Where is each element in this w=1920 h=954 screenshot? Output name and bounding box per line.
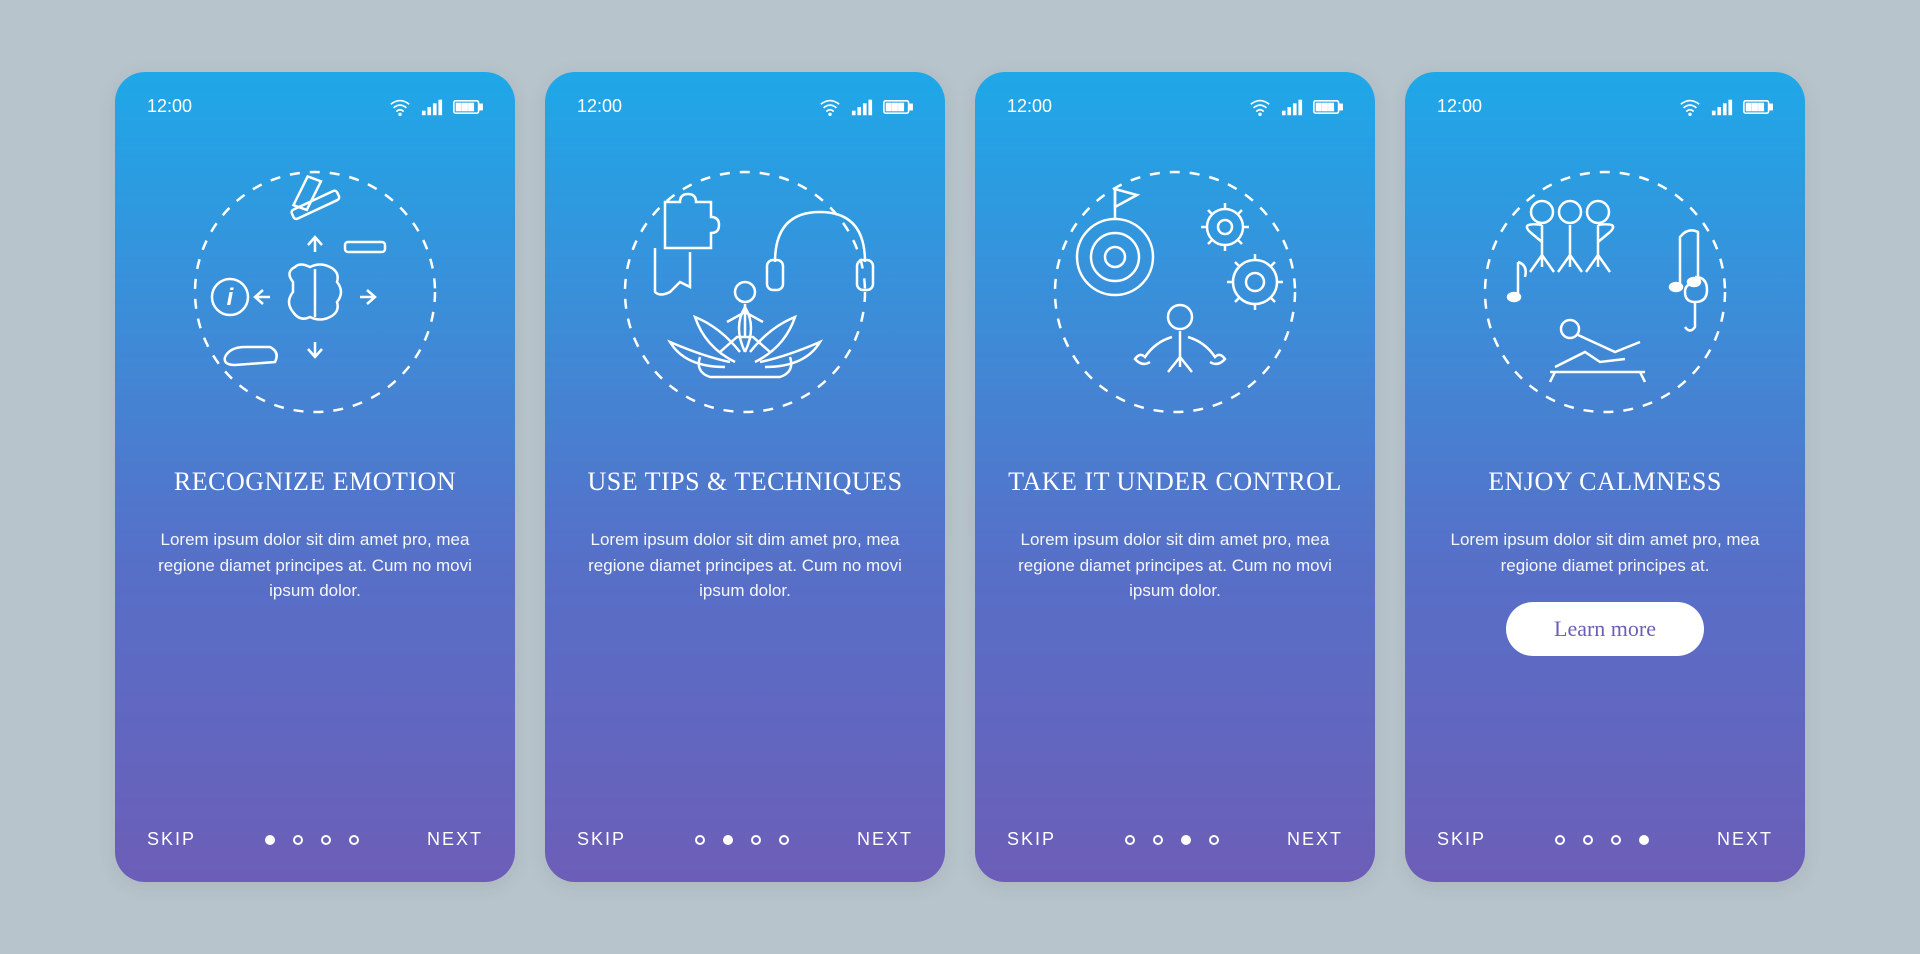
pager-dot[interactable] [293, 835, 303, 845]
pager-dots [695, 835, 789, 845]
wifi-icon [389, 98, 411, 116]
battery-icon [1743, 98, 1773, 116]
pager-dot[interactable] [349, 835, 359, 845]
gavel-icon [280, 168, 340, 220]
relax-icon [1550, 320, 1645, 382]
onboarding-nav: SKIP NEXT [1437, 809, 1773, 850]
onboarding-nav: SKIP NEXT [577, 809, 913, 850]
status-bar: 12:00 [577, 96, 913, 117]
battery-icon [1313, 98, 1343, 116]
learn-more-button[interactable]: Learn more [1506, 602, 1704, 656]
pager-dot[interactable] [695, 835, 705, 845]
info-icon: i [212, 279, 248, 315]
onboarding-illustration [1437, 147, 1773, 437]
pager-dot[interactable] [1153, 835, 1163, 845]
onboarding-description: Lorem ipsum dolor sit dim amet pro, mea … [155, 527, 475, 604]
onboarding-title: Enjoy calmness [1488, 467, 1722, 497]
next-button[interactable]: NEXT [1287, 829, 1343, 850]
music-note-icon [1508, 262, 1526, 301]
onboarding-illustration [1007, 147, 1343, 437]
status-icons [1249, 98, 1343, 116]
pager-dot[interactable] [1555, 835, 1565, 845]
status-bar: 12:00 [147, 96, 483, 117]
battery-icon [453, 98, 483, 116]
pager-dot[interactable] [1639, 835, 1649, 845]
onboarding-title: Take it under control [1008, 467, 1342, 497]
person-shrug-icon [1135, 305, 1225, 372]
music-notes-icon [1670, 230, 1700, 291]
next-button[interactable]: NEXT [427, 829, 483, 850]
onboarding-title: Recognize emotion [174, 467, 456, 497]
status-icons [389, 98, 483, 116]
onboarding-description: Lorem ipsum dolor sit dim amet pro, mea … [1015, 527, 1335, 604]
next-button[interactable]: NEXT [1717, 829, 1773, 850]
status-icons [1679, 98, 1773, 116]
onboarding-title: Use tips & techniques [587, 467, 902, 497]
status-time: 12:00 [1437, 96, 1482, 117]
pager-dots [1555, 835, 1649, 845]
onboarding-description: Lorem ipsum dolor sit dim amet pro, mea … [585, 527, 905, 604]
hand-icon [225, 347, 277, 365]
skip-button[interactable]: SKIP [1007, 829, 1056, 850]
gear-icon [1227, 254, 1283, 310]
pager-dot[interactable] [1181, 835, 1191, 845]
headphones-icon [767, 212, 873, 290]
pager-dots [265, 835, 359, 845]
next-button[interactable]: NEXT [857, 829, 913, 850]
status-bar: 12:00 [1437, 96, 1773, 117]
status-time: 12:00 [1007, 96, 1052, 117]
signal-icon [1281, 98, 1303, 116]
pager-dot[interactable] [1611, 835, 1621, 845]
wifi-icon [819, 98, 841, 116]
signal-icon [851, 98, 873, 116]
pager-dot[interactable] [1583, 835, 1593, 845]
pager-dots [1125, 835, 1219, 845]
wifi-icon [1679, 98, 1701, 116]
onboarding-illustration: i [147, 147, 483, 437]
signal-icon [421, 98, 443, 116]
onboarding-screen: 12:00 [1405, 72, 1805, 882]
pager-dot[interactable] [321, 835, 331, 845]
meditation-icon [699, 282, 792, 377]
wifi-icon [1249, 98, 1271, 116]
status-time: 12:00 [577, 96, 622, 117]
onboarding-screen: 12:00 i Recog [115, 72, 515, 882]
pager-dot[interactable] [779, 835, 789, 845]
pager-dot[interactable] [723, 835, 733, 845]
brain-icon [289, 265, 341, 320]
pager-dot[interactable] [1125, 835, 1135, 845]
skip-button[interactable]: SKIP [1437, 829, 1486, 850]
people-group-icon [1527, 201, 1613, 272]
skip-button[interactable]: SKIP [577, 829, 626, 850]
onboarding-illustration [577, 147, 913, 437]
puzzle-icon [655, 194, 719, 295]
skip-button[interactable]: SKIP [147, 829, 196, 850]
pager-dot[interactable] [751, 835, 761, 845]
onboarding-description: Lorem ipsum dolor sit dim amet pro, mea … [1445, 527, 1765, 578]
pager-dot[interactable] [265, 835, 275, 845]
gear-icon [1201, 203, 1249, 251]
status-time: 12:00 [147, 96, 192, 117]
onboarding-screen: 12:00 [975, 72, 1375, 882]
pager-dot[interactable] [1209, 835, 1219, 845]
onboarding-screen: 12:00 Use tips & [545, 72, 945, 882]
status-icons [819, 98, 913, 116]
signal-icon [1711, 98, 1733, 116]
onboarding-nav: SKIP NEXT [1007, 809, 1343, 850]
svg-text:i: i [227, 284, 235, 311]
target-icon [1077, 189, 1153, 295]
onboarding-nav: SKIP NEXT [147, 809, 483, 850]
battery-icon [883, 98, 913, 116]
status-bar: 12:00 [1007, 96, 1343, 117]
